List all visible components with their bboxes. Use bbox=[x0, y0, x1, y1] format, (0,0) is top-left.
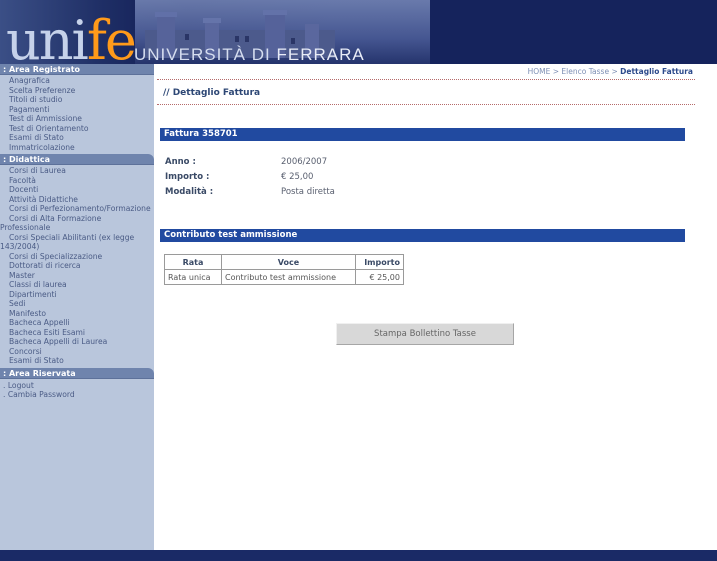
footer-bar bbox=[0, 550, 717, 561]
sidebar-item-titoli-di-studio[interactable]: Titoli di studio bbox=[0, 95, 154, 105]
sidebar-item-corsi-speciali-abilitanti[interactable]: Corsi Speciali Abilitanti (ex legge 143/… bbox=[0, 233, 154, 252]
didattica-list: Corsi di Laurea Facoltà Docenti Attività… bbox=[0, 165, 154, 368]
sidebar-item-anagrafica[interactable]: Anagrafica bbox=[0, 76, 154, 86]
sidebar-item-dottorati-di-ricerca[interactable]: Dottorati di ricerca bbox=[0, 261, 154, 271]
sidebar-item-docenti[interactable]: Docenti bbox=[0, 185, 154, 195]
sidebar-item-facolta[interactable]: Facoltà bbox=[0, 176, 154, 186]
table-header-row: Rata Voce Importo bbox=[164, 254, 404, 270]
sidebar-item-bacheca-esiti-esami[interactable]: Bacheca Esiti Esami bbox=[0, 328, 154, 338]
anno-value: 2006/2007 bbox=[281, 157, 328, 167]
sidebar-item-pagamenti[interactable]: Pagamenti bbox=[0, 105, 154, 115]
breadcrumb-separator: > bbox=[552, 67, 560, 76]
sidebar-item-dipartimenti[interactable]: Dipartimenti bbox=[0, 290, 154, 300]
sidebar-item-corsi-di-specializzazione[interactable]: Corsi di Specializzazione bbox=[0, 252, 154, 262]
sidebar-item-corsi-perfezionamento[interactable]: Corsi di Perfezionamento/Formazione bbox=[0, 204, 154, 214]
area-riservata-list: . Logout . Cambia Password bbox=[0, 379, 154, 402]
sidebar-item-scelta-preferenze[interactable]: Scelta Preferenze bbox=[0, 86, 154, 96]
breadcrumb-current: Dettaglio Fattura bbox=[620, 67, 693, 76]
sidebar-item-bacheca-appelli-laurea[interactable]: Bacheca Appelli di Laurea bbox=[0, 337, 154, 347]
sidebar: : Area Registrato Anagrafica Scelta Pref… bbox=[0, 64, 154, 550]
header-banner: unife UNIVERSITÀ DI FERRARA bbox=[0, 0, 717, 64]
modalita-label: Modalità : bbox=[165, 187, 214, 197]
breadcrumb-home[interactable]: HOME bbox=[528, 67, 551, 76]
area-registrato-list: Anagrafica Scelta Preferenze Titoli di s… bbox=[0, 75, 154, 154]
unife-logo: unife bbox=[6, 9, 137, 65]
importo-value: € 25,00 bbox=[281, 172, 314, 182]
section-header-didattica: : Didattica bbox=[0, 154, 154, 165]
contributo-table: Rata Voce Importo Rata unica Contributo … bbox=[164, 254, 404, 285]
contributo-section-header: Contributo test ammissione bbox=[160, 229, 685, 242]
column-header-importo: Importo bbox=[355, 254, 404, 270]
sidebar-item-sedi[interactable]: Sedi bbox=[0, 299, 154, 309]
breadcrumb: HOME > Elenco Tasse > Dettaglio Fattura bbox=[157, 67, 695, 78]
sidebar-item-esami-di-stato-2[interactable]: Esami di Stato bbox=[0, 356, 154, 366]
page-title-box: // Dettaglio Fattura bbox=[157, 79, 695, 105]
sidebar-item-attivita-didattiche[interactable]: Attività Didattiche bbox=[0, 195, 154, 205]
sidebar-item-cambia-password[interactable]: . Cambia Password bbox=[0, 390, 154, 400]
sidebar-item-bacheca-appelli[interactable]: Bacheca Appelli bbox=[0, 318, 154, 328]
cell-voce: Contributo test ammissione bbox=[221, 269, 356, 285]
sidebar-item-test-di-ammissione[interactable]: Test di Ammissione bbox=[0, 114, 154, 124]
sidebar-item-test-di-orientamento[interactable]: Test di Orientamento bbox=[0, 124, 154, 134]
sidebar-item-classi-di-laurea[interactable]: Classi di laurea bbox=[0, 280, 154, 290]
column-header-rata: Rata bbox=[164, 254, 222, 270]
breadcrumb-elenco-tasse[interactable]: Elenco Tasse bbox=[561, 67, 609, 76]
breadcrumb-separator: > bbox=[611, 67, 618, 76]
stampa-bollettino-button[interactable]: Stampa Bollettino Tasse bbox=[336, 323, 514, 345]
anno-label: Anno : bbox=[165, 157, 196, 167]
sidebar-item-logout[interactable]: . Logout bbox=[0, 381, 154, 391]
sidebar-item-immatricolazione[interactable]: Immatricolazione bbox=[0, 143, 154, 153]
sidebar-item-corsi-di-laurea[interactable]: Corsi di Laurea bbox=[0, 166, 154, 176]
sidebar-item-manifesto[interactable]: Manifesto bbox=[0, 309, 154, 319]
section-header-area-registrato: : Area Registrato bbox=[0, 64, 154, 75]
banner-right-band bbox=[430, 0, 717, 64]
cell-importo: € 25,00 bbox=[355, 269, 404, 285]
column-header-voce: Voce bbox=[221, 254, 356, 270]
section-header-area-riservata: : Area Riservata bbox=[0, 367, 154, 379]
cell-rata: Rata unica bbox=[164, 269, 222, 285]
modalita-value: Posta diretta bbox=[281, 187, 335, 197]
importo-label: Importo : bbox=[165, 172, 210, 182]
sidebar-item-corsi-alta-formazione[interactable]: Corsi di Alta Formazione Professionale bbox=[0, 214, 154, 233]
fattura-section-header: Fattura 358701 bbox=[160, 128, 685, 141]
university-name: UNIVERSITÀ DI FERRARA bbox=[134, 45, 365, 64]
sidebar-item-master[interactable]: Master bbox=[0, 271, 154, 281]
sidebar-item-esami-di-stato[interactable]: Esami di Stato bbox=[0, 133, 154, 143]
page-title: // Dettaglio Fattura bbox=[163, 88, 261, 98]
sidebar-item-concorsi[interactable]: Concorsi bbox=[0, 347, 154, 357]
table-row: Rata unica Contributo test ammissione € … bbox=[164, 269, 404, 285]
